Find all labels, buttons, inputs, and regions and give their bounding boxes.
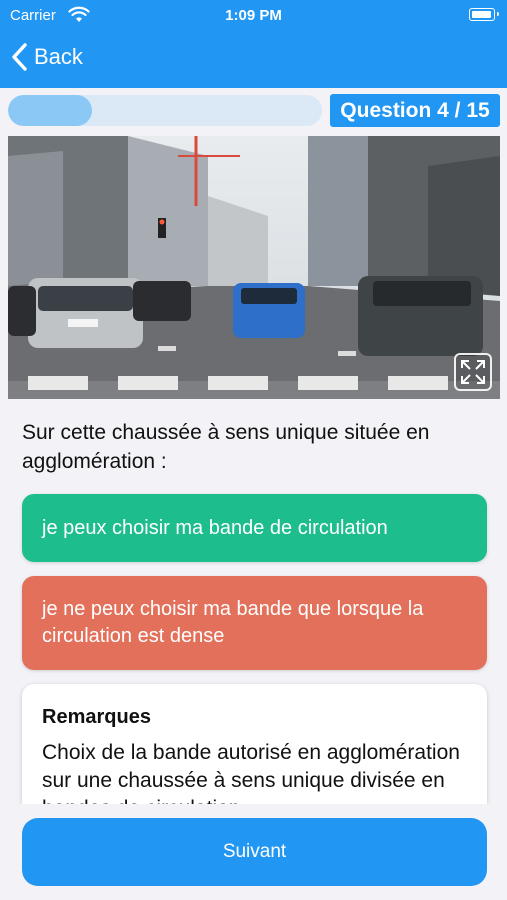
answer-option-incorrect[interactable]: je ne peux choisir ma bande que lorsque …	[22, 576, 487, 670]
status-bar: Carrier 1:09 PM	[0, 0, 507, 30]
back-label: Back	[34, 44, 83, 69]
next-button[interactable]: Suivant	[22, 818, 487, 886]
clock: 1:09 PM	[225, 7, 282, 24]
street-scene-image	[8, 136, 500, 399]
remarks-card: Remarques Choix de la bande autorisé en …	[22, 684, 487, 804]
progress-fill	[8, 95, 92, 126]
expand-icon[interactable]	[454, 353, 492, 391]
answer-label: je ne peux choisir ma bande que lorsque …	[42, 598, 424, 647]
progress-bar	[8, 95, 322, 126]
question-counter: Question 4 / 15	[330, 94, 500, 127]
battery-icon	[469, 8, 499, 21]
question-text: Sur cette chaussée à sens unique située …	[22, 421, 430, 473]
question-photo[interactable]	[8, 136, 500, 399]
remarks-body: Choix de la bande autorisé en agglomérat…	[42, 741, 460, 804]
back-button[interactable]: Back	[10, 40, 83, 74]
navigation-bar: Carrier 1:09 PM Back	[0, 0, 507, 88]
answer-label: je peux choisir ma bande de circulation	[42, 516, 388, 539]
chevron-left-icon	[12, 43, 27, 71]
remarks-title: Remarques	[42, 706, 151, 728]
answer-option-correct[interactable]: je peux choisir ma bande de circulation	[22, 494, 487, 562]
